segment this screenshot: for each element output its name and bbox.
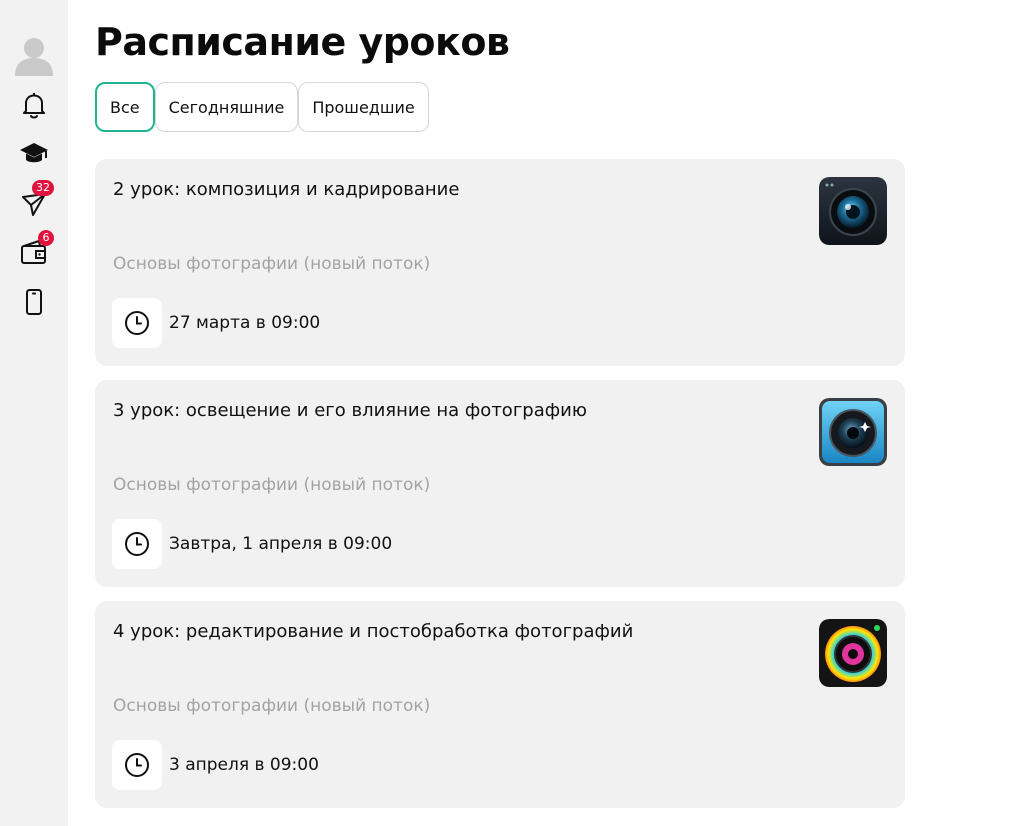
lesson-course: Основы фотографии (новый поток) <box>113 696 431 716</box>
sidebar: 32 6 <box>0 0 68 826</box>
tab-today[interactable]: Сегодняшние <box>154 82 299 132</box>
wallet-badge: 6 <box>38 230 54 246</box>
clock-icon <box>125 532 149 556</box>
filter-tabs: Все Сегодняшние Прошедшие <box>95 82 429 132</box>
sidebar-item-wallet[interactable]: 6 <box>0 230 68 273</box>
sidebar-item-app[interactable] <box>0 282 68 322</box>
lesson-time-row: 27 марта в 09:00 <box>112 298 320 348</box>
tab-all[interactable]: Все <box>95 82 155 132</box>
bell-icon <box>23 93 45 119</box>
clock-icon-box <box>112 298 162 348</box>
page-title: Расписание уроков <box>95 20 510 64</box>
lesson-course: Основы фотографии (новый поток) <box>113 475 431 495</box>
lesson-card[interactable]: 3 урок: освещение и его влияние на фотог… <box>95 380 905 587</box>
app-root: 32 6 Расписание уроков Все Сегодняшние П… <box>0 0 1028 826</box>
lesson-card[interactable]: 2 урок: композиция и кадрирование Основы… <box>95 159 905 366</box>
camera-lens-colorful-icon <box>819 619 887 687</box>
sidebar-item-messages[interactable]: 32 <box>0 180 68 224</box>
lesson-time-row: 3 апреля в 09:00 <box>112 740 319 790</box>
clock-icon <box>125 753 149 777</box>
graduation-cap-icon <box>20 143 48 163</box>
lesson-time: Завтра, 1 апреля в 09:00 <box>169 534 393 554</box>
clock-icon-box <box>112 519 162 569</box>
lesson-time: 3 апреля в 09:00 <box>169 755 319 775</box>
lesson-title: 2 урок: композиция и кадрирование <box>113 179 460 200</box>
messages-badge: 32 <box>32 180 54 196</box>
tab-past[interactable]: Прошедшие <box>298 82 429 132</box>
lesson-course: Основы фотографии (новый поток) <box>113 254 431 274</box>
avatar-icon <box>15 38 53 76</box>
lesson-title: 4 урок: редактирование и постобработка ф… <box>113 621 634 642</box>
sidebar-item-courses[interactable] <box>0 134 68 174</box>
camera-lens-blue-icon <box>819 398 887 466</box>
lesson-card[interactable]: 4 урок: редактирование и постобработка ф… <box>95 601 905 808</box>
camera-lens-dark-icon <box>819 177 887 245</box>
sidebar-item-notifications[interactable] <box>0 85 68 125</box>
phone-icon <box>26 289 42 315</box>
clock-icon <box>125 311 149 335</box>
lesson-time: 27 марта в 09:00 <box>169 313 321 333</box>
lesson-time-row: Завтра, 1 апреля в 09:00 <box>112 519 392 569</box>
avatar[interactable] <box>0 34 68 76</box>
clock-icon-box <box>112 740 162 790</box>
lesson-title: 3 урок: освещение и его влияние на фотог… <box>113 400 587 421</box>
